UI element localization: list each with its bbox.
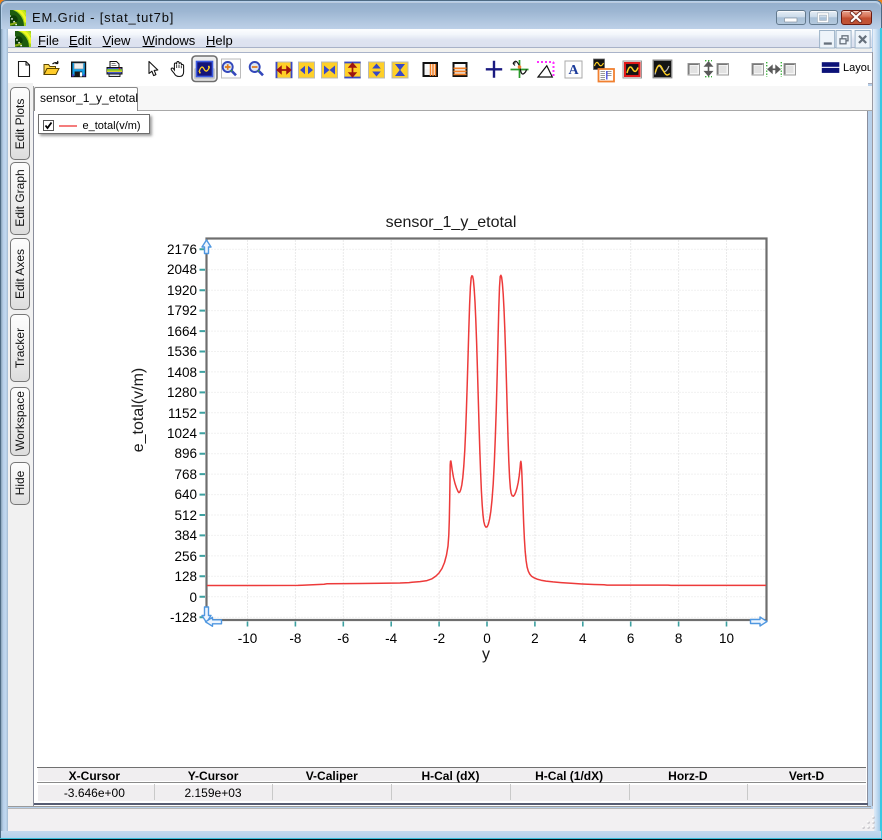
svg-text:A: A <box>568 63 579 78</box>
